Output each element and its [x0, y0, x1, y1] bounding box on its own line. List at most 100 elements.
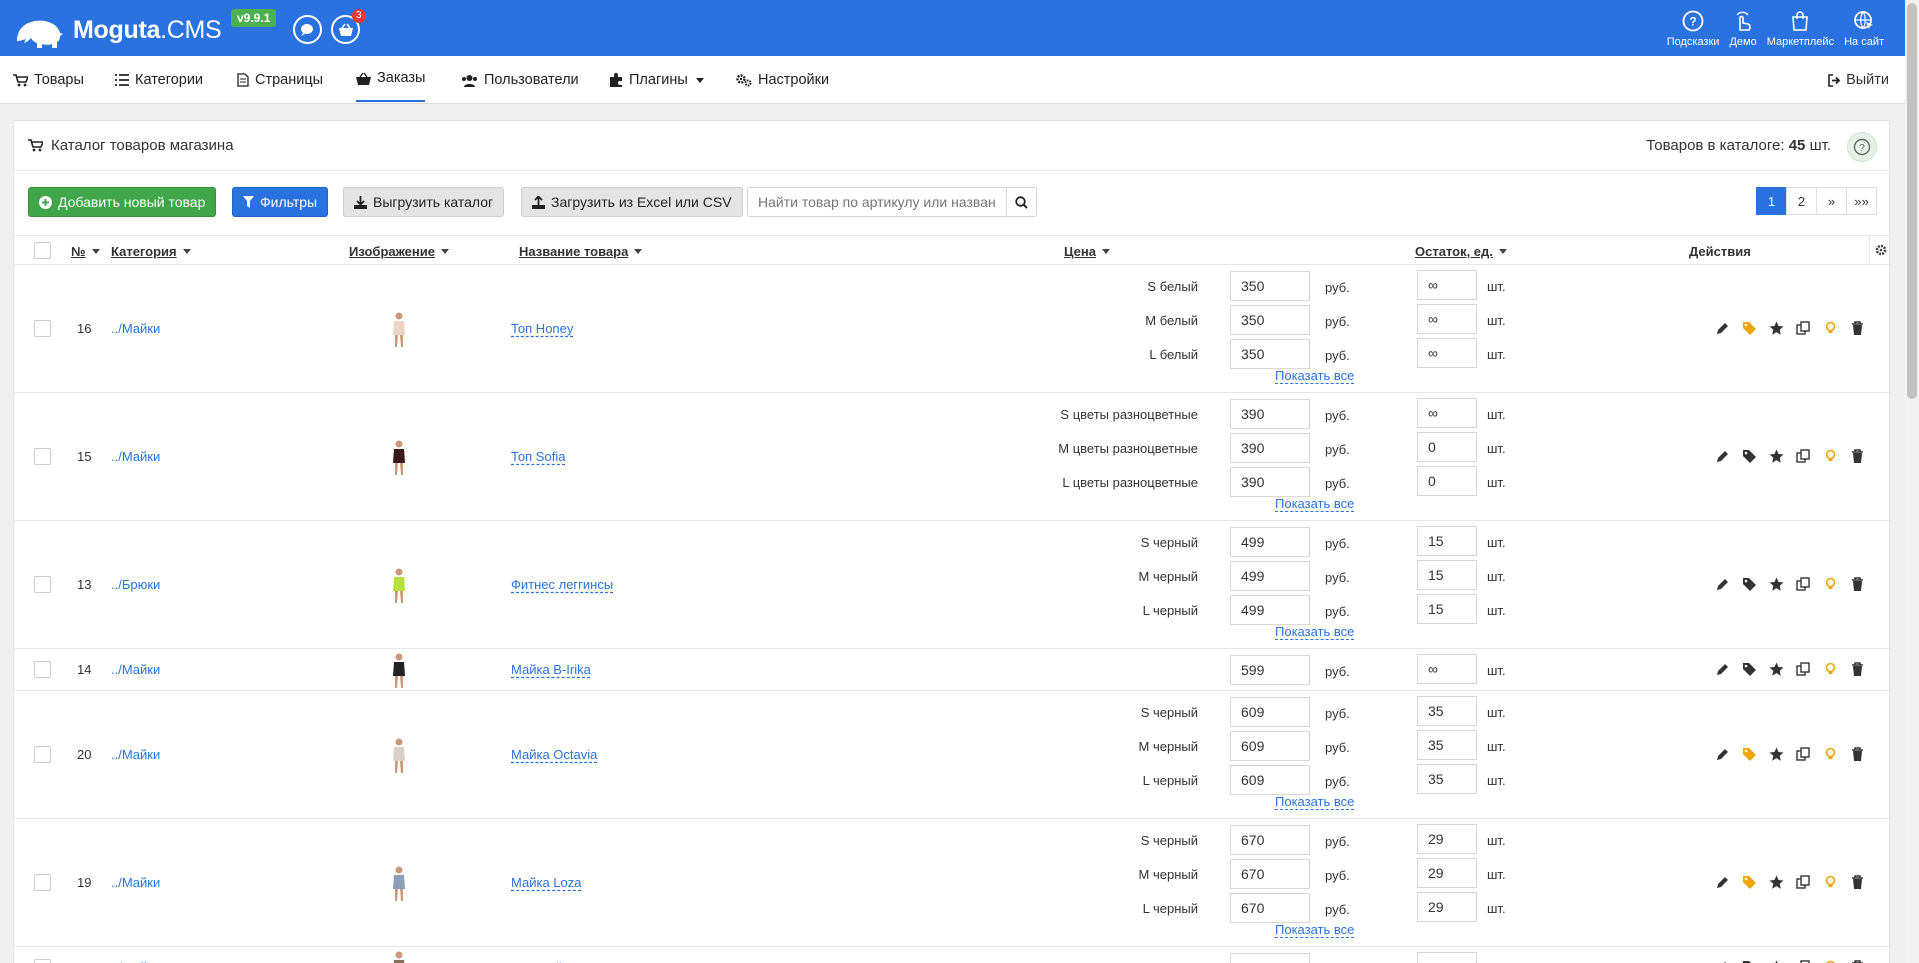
add-product-button[interactable]: Добавить новый товар [28, 187, 217, 217]
price-input[interactable]: 390 [1230, 433, 1310, 463]
logout-button[interactable]: Выйти [1828, 56, 1889, 104]
stock-input[interactable]: 35 [1417, 730, 1477, 760]
stock-input[interactable]: 29 [1417, 824, 1477, 854]
row-checkbox[interactable] [34, 746, 51, 763]
product-thumbnail[interactable] [387, 567, 411, 603]
copy-button[interactable] [1795, 576, 1812, 593]
price-input[interactable]: 670 [1230, 859, 1310, 889]
price-input[interactable]: 350 [1230, 305, 1310, 335]
demo-button[interactable]: Демо [1729, 10, 1757, 48]
tag-button[interactable] [1741, 959, 1758, 963]
edit-button[interactable] [1714, 448, 1731, 465]
to-site-button[interactable]: На сайт [1844, 10, 1884, 48]
row-checkbox[interactable] [34, 448, 51, 465]
delete-button[interactable] [1849, 746, 1866, 763]
nav-item-orders[interactable]: Заказы [356, 56, 426, 102]
stock-input[interactable]: 15 [1417, 594, 1477, 624]
copy-button[interactable] [1795, 320, 1812, 337]
tag-button[interactable] [1741, 320, 1758, 337]
delete-button[interactable] [1849, 959, 1866, 963]
hints-button[interactable]: ? Подсказки [1667, 10, 1719, 48]
product-name-link[interactable]: Майка B-Irika [511, 662, 591, 677]
recommend-button[interactable] [1768, 576, 1785, 593]
price-input[interactable]: 499 [1230, 561, 1310, 591]
show-all-variants-link[interactable]: Показать все [1275, 625, 1355, 640]
show-all-variants-link[interactable]: Показать все [1275, 369, 1355, 384]
edit-button[interactable] [1714, 320, 1731, 337]
tag-button[interactable] [1741, 661, 1758, 678]
product-category-link[interactable]: ../Брюки [111, 577, 160, 592]
stock-input[interactable]: ∞ [1417, 338, 1477, 368]
sort-image[interactable]: Изображение [349, 244, 449, 259]
product-category-link[interactable]: ../Майки [111, 875, 160, 890]
recommend-button[interactable] [1768, 320, 1785, 337]
price-input[interactable]: 390 [1230, 467, 1310, 497]
product-name-link[interactable]: Майка Loza [511, 875, 581, 890]
logo[interactable]: Moguta.CMS [13, 11, 222, 49]
page-next[interactable]: » [1816, 187, 1847, 215]
row-checkbox[interactable] [34, 576, 51, 593]
stock-input[interactable]: 0 [1417, 466, 1477, 496]
product-thumbnail[interactable] [387, 311, 411, 347]
stock-input[interactable]: ∞ [1417, 654, 1477, 684]
visibility-button[interactable] [1822, 661, 1839, 678]
price-input[interactable]: 609 [1230, 731, 1310, 761]
product-category-link[interactable]: ../Майки [111, 449, 160, 464]
product-category-link[interactable]: ../Майки [111, 662, 160, 677]
price-input[interactable]: 609 [1230, 697, 1310, 727]
tag-button[interactable] [1741, 746, 1758, 763]
row-checkbox[interactable] [34, 874, 51, 891]
stock-input[interactable]: 0 [1417, 432, 1477, 462]
price-input[interactable]: 350 [1230, 339, 1310, 369]
product-thumbnail[interactable] [387, 737, 411, 773]
page-1[interactable]: 1 [1756, 187, 1787, 215]
tag-button[interactable] [1741, 874, 1758, 891]
sort-price[interactable]: Цена [1064, 244, 1110, 259]
product-thumbnail[interactable] [387, 652, 411, 688]
help-button[interactable]: ? [1847, 132, 1877, 162]
show-all-variants-link[interactable]: Показать все [1275, 497, 1355, 512]
nav-item-products[interactable]: Товары [13, 56, 84, 104]
recommend-button[interactable] [1768, 959, 1785, 963]
copy-button[interactable] [1795, 661, 1812, 678]
nav-item-settings[interactable]: Настройки [736, 56, 829, 104]
product-thumbnail[interactable] [387, 865, 411, 901]
stock-input[interactable]: 35 [1417, 696, 1477, 726]
price-input[interactable]: 499 [1230, 527, 1310, 557]
search-input[interactable] [748, 188, 1006, 216]
show-all-variants-link[interactable]: Показать все [1275, 795, 1355, 810]
nav-item-categories[interactable]: Категории [115, 56, 203, 104]
stock-input[interactable]: 29 [1417, 858, 1477, 888]
recommend-button[interactable] [1768, 746, 1785, 763]
page-scrollbar[interactable] [1905, 0, 1919, 963]
product-name-link[interactable]: Топ Honey [511, 321, 573, 336]
stock-input[interactable]: ∞ [1417, 304, 1477, 334]
edit-button[interactable] [1714, 874, 1731, 891]
column-settings-button[interactable] [1869, 236, 1891, 264]
stock-input[interactable]: 29 [1417, 892, 1477, 922]
delete-button[interactable] [1849, 874, 1866, 891]
copy-button[interactable] [1795, 959, 1812, 963]
product-category-link[interactable]: ../Майки [111, 747, 160, 762]
chat-button[interactable] [293, 15, 322, 44]
stock-input[interactable]: 15 [1417, 526, 1477, 556]
stock-input[interactable]: ∞ [1417, 952, 1477, 963]
select-all-checkbox[interactable] [34, 242, 51, 259]
visibility-button[interactable] [1822, 576, 1839, 593]
product-thumbnail[interactable] [387, 439, 411, 475]
show-all-variants-link[interactable]: Показать все [1275, 923, 1355, 938]
product-name-link[interactable]: Майка Octavia [511, 747, 597, 762]
edit-button[interactable] [1714, 746, 1731, 763]
copy-button[interactable] [1795, 746, 1812, 763]
visibility-button[interactable] [1822, 320, 1839, 337]
product-name-link[interactable]: Топ Sofia [511, 449, 565, 464]
visibility-button[interactable] [1822, 959, 1839, 963]
sort-number[interactable]: № [71, 244, 100, 259]
row-checkbox[interactable] [34, 661, 51, 678]
delete-button[interactable] [1849, 576, 1866, 593]
price-input[interactable]: 609 [1230, 765, 1310, 795]
marketplace-button[interactable]: Маркетплейс [1767, 10, 1834, 48]
visibility-button[interactable] [1822, 448, 1839, 465]
price-input[interactable]: 670 [1230, 893, 1310, 923]
sort-category[interactable]: Категория [111, 244, 191, 259]
